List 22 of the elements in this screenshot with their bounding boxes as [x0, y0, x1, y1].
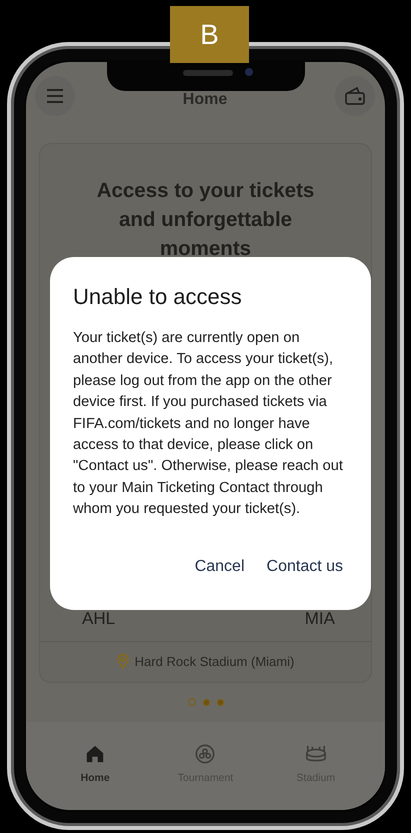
menu-icon	[46, 89, 64, 103]
nav-tab[interactable]: Home	[55, 744, 136, 784]
camera-icon	[244, 68, 252, 76]
page-dot[interactable]	[202, 698, 210, 706]
team-code: MIA	[304, 609, 335, 629]
page-dot[interactable]	[188, 698, 196, 706]
page-dot[interactable]	[216, 698, 224, 706]
dialog-message: Your ticket(s) are currently open on another device. To access your ticket(s), please log out from the app on the other device first. If you purchased tickets via FIFA.com/tickets and no longer have access to that device, please click on "Contact us". Otherwise, please reach out to your Main Ticketing Contact through whom you requested your ticket(s).	[73, 329, 344, 520]
hero-headline: Access to your tickets and unforgettable moments	[96, 178, 316, 262]
dialog-button[interactable]: Cancel	[190, 554, 249, 580]
wallet-button[interactable]	[334, 76, 375, 116]
menu-button[interactable]	[35, 76, 75, 116]
dialog-title: Unable to access	[73, 284, 243, 310]
wallet-icon	[344, 87, 365, 105]
dialog-button[interactable]: Contact us	[262, 554, 347, 580]
soccer-ball-icon	[194, 744, 216, 764]
location-pin-icon	[116, 654, 129, 669]
letter-badge: B	[170, 6, 249, 63]
venue-text: Hard Rock Stadium (Miami)	[134, 654, 294, 669]
page-title: Home	[182, 91, 228, 109]
team-code: AHL	[82, 609, 116, 629]
stadium-icon	[304, 744, 328, 764]
